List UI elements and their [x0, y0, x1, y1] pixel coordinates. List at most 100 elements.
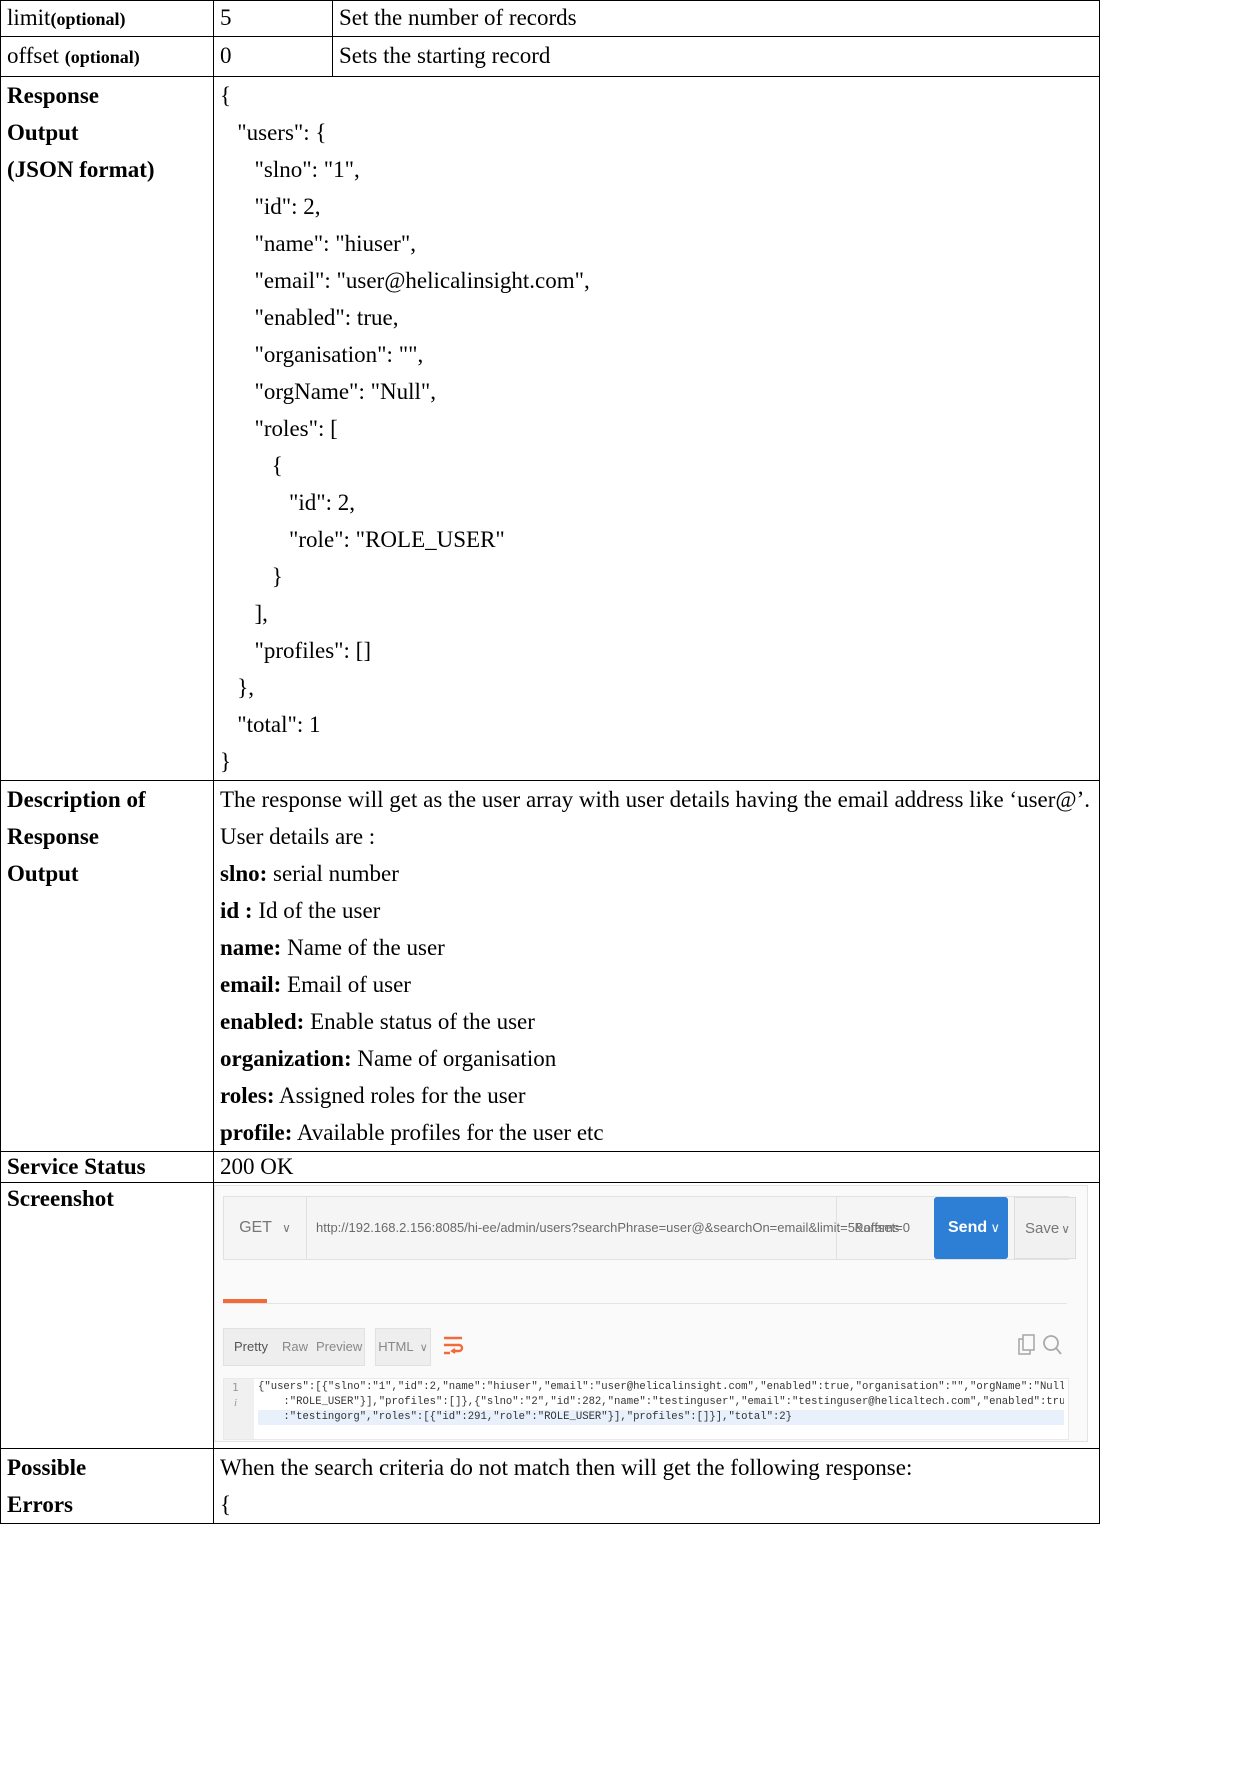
json-line: "roles": [: [220, 416, 338, 441]
code-line: {"users":[{"slno":"1","id":2,"name":"hiu…: [258, 1381, 1064, 1393]
view-tabs: Pretty Raw Preview: [223, 1328, 365, 1366]
optional-tag: (optional): [64, 47, 140, 67]
params-button[interactable]: Params: [836, 1197, 917, 1259]
code-line: :"testingorg","roles":[{"id":291,"role":…: [258, 1410, 1064, 1425]
line-number: 1: [232, 1381, 239, 1394]
wrap-lines-icon[interactable]: [441, 1332, 465, 1360]
search-icon[interactable]: [1041, 1332, 1063, 1358]
json-line: "name": "hiuser",: [220, 231, 416, 256]
code-line: :"ROLE_USER"}],"profiles":[]},{"slno":"2…: [283, 1396, 1064, 1408]
param-value: 5: [213, 0, 333, 37]
label-line: Description of: [7, 787, 146, 812]
field-item: roles: Assigned roles for the user: [220, 1077, 1091, 1114]
field-text: Id of the user: [252, 898, 381, 923]
json-line: "total": 1: [220, 712, 321, 737]
field-item: organization: Name of organisation: [220, 1040, 1091, 1077]
field-item: id : Id of the user: [220, 892, 1091, 929]
divider: [223, 1303, 1067, 1304]
field-key: enabled:: [220, 1009, 305, 1034]
screenshot-row: Screenshot GET ∨ http://192.168.2.156:80…: [0, 1182, 1100, 1449]
json-line: "orgName": "Null",: [220, 379, 437, 404]
method-label: GET: [239, 1219, 272, 1236]
send-button[interactable]: Send ∨: [934, 1197, 1008, 1259]
label-line: Errors: [7, 1492, 74, 1517]
field-key: email:: [220, 972, 282, 997]
field-text: Email of user: [281, 972, 411, 997]
json-line: "id": 2,: [220, 194, 321, 219]
label-line: Output: [7, 120, 79, 145]
field-text: Name of the user: [281, 935, 445, 960]
json-line: {: [220, 83, 232, 108]
description-row: Description of Response Output The respo…: [0, 780, 1100, 1152]
save-button[interactable]: Save ∨: [1014, 1197, 1076, 1259]
json-line: "organisation": "",: [220, 342, 424, 367]
label-line: Response: [7, 83, 100, 108]
field-text: Assigned roles for the user: [274, 1083, 526, 1108]
field-item: email: Email of user: [220, 966, 1091, 1003]
description-label: Description of Response Output: [0, 780, 214, 1152]
method-dropdown[interactable]: GET ∨: [224, 1197, 307, 1259]
copy-icon[interactable]: [1017, 1332, 1037, 1358]
service-status-row: Service Status 200 OK: [0, 1151, 1100, 1183]
json-line: },: [220, 675, 255, 700]
chevron-down-icon: ∨: [990, 1220, 1000, 1235]
field-key: id :: [220, 898, 253, 923]
json-line: }: [220, 749, 232, 774]
api-client-screenshot: GET ∨ http://192.168.2.156:8085/hi-ee/ad…: [214, 1185, 1088, 1442]
response-output-row: Response Output (JSON format) { "users":…: [0, 76, 1100, 781]
label-line: Response: [7, 824, 100, 849]
api-doc-table: limit(optional) 5 Set the number of reco…: [0, 0, 1100, 1524]
param-value: 0: [213, 36, 333, 77]
field-item: profile: Available profiles for the user…: [220, 1114, 1091, 1151]
field-item: enabled: Enable status of the user: [220, 1003, 1091, 1040]
field-text: Available profiles for the user etc: [292, 1120, 604, 1145]
errors-brace: {: [220, 1492, 232, 1517]
response-body[interactable]: 1 i {"users":[{"slno":"1","id":2,"name":…: [223, 1378, 1069, 1440]
request-bar: GET ∨ http://192.168.2.156:8085/hi-ee/ad…: [223, 1196, 1076, 1260]
field-text: serial number: [267, 861, 399, 886]
possible-errors-label: Possible Errors: [0, 1448, 214, 1524]
tab-preview[interactable]: Preview: [316, 1329, 362, 1365]
label-line: Output: [7, 861, 79, 886]
errors-text: When the search criteria do not match th…: [220, 1455, 913, 1480]
response-code: {"users":[{"slno":"1","id":2,"name":"hiu…: [258, 1380, 1064, 1425]
json-line: }: [220, 564, 283, 589]
json-line: "id": 2,: [220, 490, 356, 515]
possible-errors-body: When the search criteria do not match th…: [213, 1448, 1100, 1524]
response-json: { "users": { "slno": "1", "id": 2, "name…: [213, 76, 1100, 781]
chevron-down-icon: ∨: [282, 1221, 291, 1235]
field-item: slno: serial number: [220, 855, 1091, 892]
field-item: name: Name of the user: [220, 929, 1091, 966]
description-intro: The response will get as the user array …: [220, 787, 1090, 849]
field-key: name:: [220, 935, 282, 960]
json-line: "slno": "1",: [220, 157, 360, 182]
screenshot-cell: GET ∨ http://192.168.2.156:8085/hi-ee/ad…: [213, 1182, 1100, 1449]
json-line: "email": "user@helicalinsight.com",: [220, 268, 590, 293]
format-dropdown[interactable]: HTML ∨: [375, 1328, 431, 1366]
param-name: offset: [7, 43, 59, 68]
info-icon: i: [234, 1397, 238, 1409]
json-line: "role": "ROLE_USER": [220, 527, 505, 552]
response-toolbar: Pretty Raw Preview HTML ∨: [223, 1328, 1067, 1366]
param-description: Sets the starting record: [332, 36, 1100, 77]
service-status-value: 200 OK: [213, 1151, 1100, 1183]
param-name-cell: offset (optional): [0, 36, 214, 77]
field-key: roles:: [220, 1083, 275, 1108]
tab-pretty[interactable]: Pretty: [234, 1329, 268, 1365]
tab-raw[interactable]: Raw: [282, 1329, 308, 1365]
json-line: "profiles": []: [220, 638, 372, 663]
json-line: "enabled": true,: [220, 305, 399, 330]
field-key: organization:: [220, 1046, 352, 1071]
save-label: Save: [1025, 1220, 1060, 1237]
field-text: Name of organisation: [351, 1046, 557, 1071]
field-key: profile:: [220, 1120, 293, 1145]
response-output-label: Response Output (JSON format): [0, 76, 214, 781]
chevron-down-icon: ∨: [1061, 1222, 1070, 1236]
field-key: slno:: [220, 861, 268, 886]
param-name-cell: limit(optional): [0, 0, 214, 37]
json-line: ],: [220, 601, 268, 626]
service-status-label: Service Status: [0, 1151, 214, 1183]
param-description: Set the number of records: [332, 0, 1100, 37]
field-text: Enable status of the user: [304, 1009, 535, 1034]
optional-tag: (optional): [50, 9, 126, 29]
